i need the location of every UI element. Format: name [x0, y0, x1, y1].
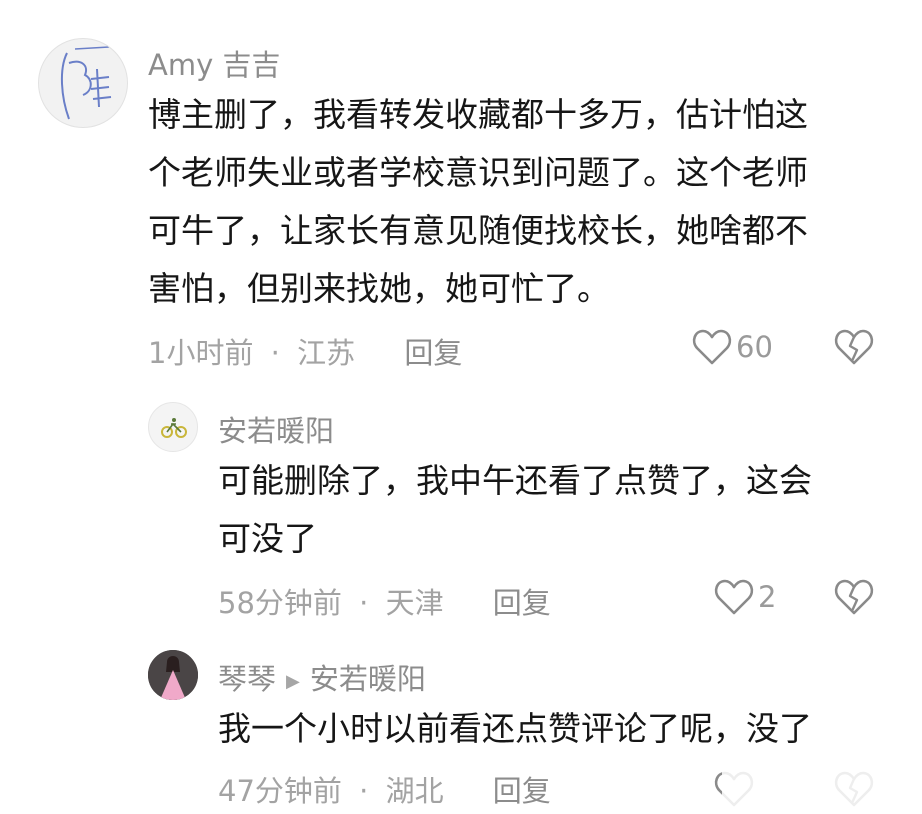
timestamp: 47分钟前 — [218, 774, 342, 808]
username[interactable]: 琴琴 — [218, 662, 276, 696]
comment-line: 害怕，但别来找她，她可忙了。 — [148, 269, 610, 308]
username-line: 琴琴 ▶ 安若暖阳 — [218, 656, 426, 698]
avatar[interactable] — [148, 402, 198, 452]
timestamp: 58分钟前 — [218, 586, 342, 620]
comment-line: 可牛了，让家长有意见随便找校长，她啥都不 — [148, 211, 808, 250]
dislike-button[interactable] — [834, 328, 874, 370]
avatar[interactable] — [148, 650, 198, 700]
separator: · — [359, 586, 369, 620]
reply-arrow-icon: ▶ — [286, 670, 300, 692]
reply-button[interactable]: 回复 — [404, 336, 462, 370]
comment-line: 可没了 — [218, 519, 317, 558]
sketch-avatar-icon — [60, 46, 112, 120]
comment-meta: 1小时前 · 江苏 回复 — [148, 330, 462, 372]
location: 湖北 — [385, 774, 444, 808]
location: 天津 — [385, 586, 444, 620]
location: 江苏 — [297, 336, 356, 370]
heart-icon — [692, 329, 732, 365]
separator: · — [270, 336, 280, 370]
username[interactable]: Amy 吉吉 — [148, 42, 280, 84]
dislike-button[interactable] — [834, 578, 874, 620]
watermark-overlay — [722, 764, 922, 814]
reply-button[interactable]: 回复 — [493, 774, 551, 808]
broken-heart-icon — [834, 329, 874, 365]
like-count: 2 — [758, 580, 777, 614]
comment-line: 我一个小时以前看还点赞评论了呢，没了 — [218, 709, 812, 748]
timestamp: 1小时前 — [148, 336, 254, 370]
broken-heart-icon — [834, 579, 874, 615]
like-count: 60 — [736, 330, 773, 364]
comment-line: 个老师失业或者学校意识到问题了。这个老师 — [148, 153, 808, 192]
comment-text: 博主删了，我看转发收藏都十多万，估计怕这 个老师失业或者学校意识到问题了。这个老… — [148, 86, 808, 318]
like-button[interactable]: 2 — [714, 578, 776, 616]
bicycle-avatar-icon — [161, 418, 187, 438]
username[interactable]: 安若暖阳 — [218, 408, 334, 450]
comment-line: 博主删了，我看转发收藏都十多万，估计怕这 — [148, 95, 808, 134]
like-button[interactable]: 60 — [692, 328, 773, 366]
heart-icon — [714, 579, 754, 615]
girl-pink-dress-avatar-icon — [148, 650, 198, 700]
comment-meta: 58分钟前 · 天津 回复 — [218, 580, 551, 622]
comment-text: 可能删除了，我中午还看了点赞了，这会 可没了 — [218, 452, 812, 568]
separator: · — [359, 774, 369, 808]
reply-to-username[interactable]: 安若暖阳 — [310, 662, 426, 696]
avatar[interactable] — [38, 38, 128, 128]
comment-text: 我一个小时以前看还点赞评论了呢，没了 — [218, 700, 812, 758]
reply-button[interactable]: 回复 — [493, 586, 551, 620]
comment-line: 可能删除了，我中午还看了点赞了，这会 — [218, 461, 812, 500]
comment-meta: 47分钟前 · 湖北 回复 — [218, 768, 551, 810]
